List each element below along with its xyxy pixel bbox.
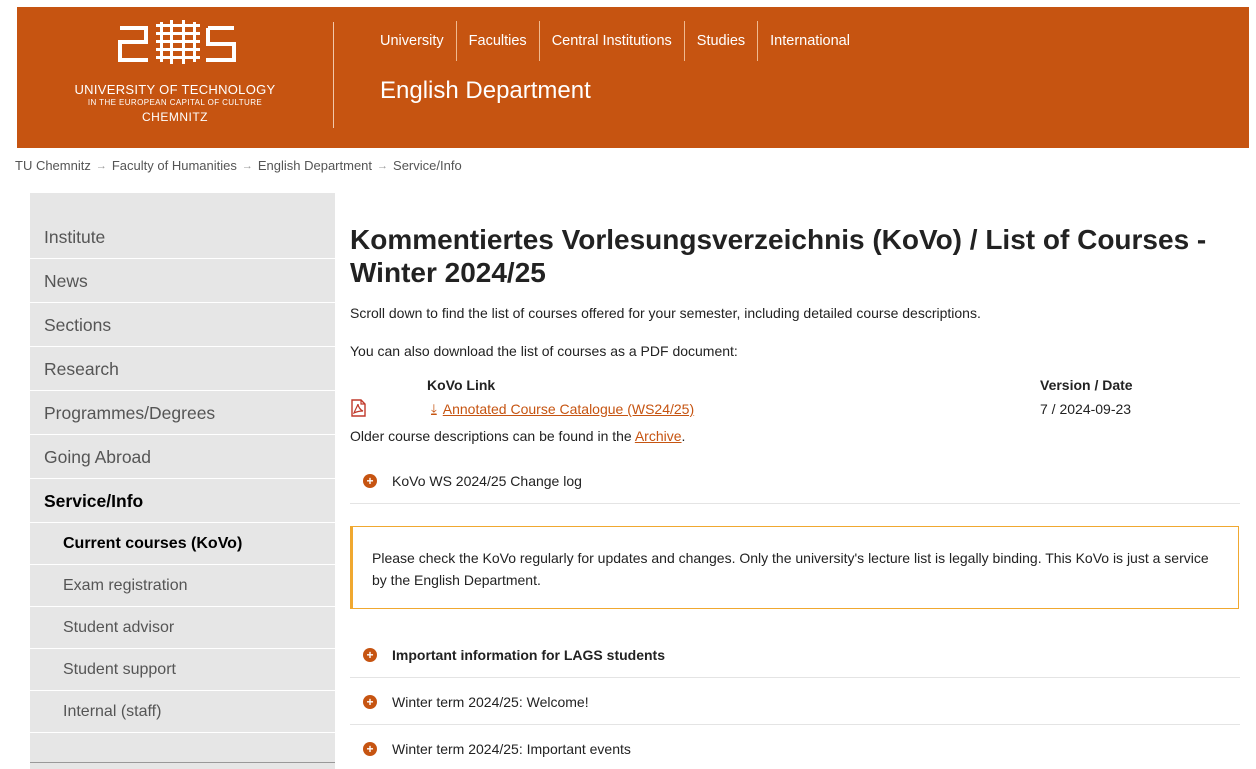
download-icon: ⤓ <box>431 401 437 416</box>
logo-text-line2: IN THE EUROPEAN CAPITAL OF CULTURE <box>87 98 263 107</box>
breadcrumb-department[interactable]: English Department <box>258 158 372 173</box>
sidebar-item-research[interactable]: Research <box>30 347 335 391</box>
site-header: UNIVERSITY OF TECHNOLOGY IN THE EUROPEAN… <box>17 7 1249 148</box>
header-divider <box>333 22 334 128</box>
topnav-central-institutions[interactable]: Central Institutions <box>538 21 684 61</box>
accordion-changelog[interactable]: + KoVo WS 2024/25 Change log <box>350 458 1240 504</box>
sidebar-subitem-student-support[interactable]: Student support <box>30 649 335 691</box>
sidebar-item-service-info[interactable]: Service/Info <box>30 479 335 523</box>
sidebar-item-sections[interactable]: Sections <box>30 303 335 347</box>
sidebar-item-news[interactable]: News <box>30 259 335 303</box>
catalogue-link-text: Annotated Course Catalogue (WS24/25) <box>442 401 695 417</box>
accordion-welcome[interactable]: + Winter term 2024/25: Welcome! <box>350 679 1240 725</box>
column-header-version-date: Version / Date <box>1040 377 1133 393</box>
department-title[interactable]: English Department <box>380 77 591 105</box>
sidebar-subitem-exam-registration[interactable]: Exam registration <box>30 565 335 607</box>
university-logo[interactable]: UNIVERSITY OF TECHNOLOGY IN THE EUROPEAN… <box>17 7 333 148</box>
sidebar-nav: Institute News Sections Research Program… <box>30 193 335 769</box>
archive-link[interactable]: Archive <box>635 428 682 444</box>
arrow-right-icon: → <box>241 159 253 172</box>
sidebar-item-going-abroad[interactable]: Going Abroad <box>30 435 335 479</box>
breadcrumb-service-info[interactable]: Service/Info <box>393 158 462 173</box>
accordion-lags-info[interactable]: + Important information for LAGS student… <box>350 632 1240 678</box>
sidebar-item-programmes[interactable]: Programmes/Degrees <box>30 391 335 435</box>
arrow-right-icon: → <box>95 159 107 172</box>
accordion-label: Winter term 2024/25: Important events <box>392 741 631 757</box>
notice-box: Please check the KoVo regularly for upda… <box>350 526 1239 609</box>
pdf-file-icon[interactable] <box>350 399 366 417</box>
breadcrumb-tu-chemnitz[interactable]: TU Chemnitz <box>15 158 91 173</box>
older-descriptions-prefix: Older course descriptions can be found i… <box>350 428 635 444</box>
annotated-course-catalogue-link[interactable]: ⤓ Annotated Course Catalogue (WS24/25) <box>431 401 694 417</box>
page-title: Kommentiertes Vorlesungsverzeichnis (KoV… <box>350 224 1207 288</box>
sidebar-subitem-current-courses[interactable]: Current courses (KoVo) <box>30 523 335 565</box>
breadcrumb: TU Chemnitz → Faculty of Humanities → En… <box>15 158 462 173</box>
topnav-faculties[interactable]: Faculties <box>455 21 539 61</box>
breadcrumb-faculty[interactable]: Faculty of Humanities <box>112 158 237 173</box>
older-descriptions-suffix: . <box>681 428 686 444</box>
logo-text-line1: UNIVERSITY OF TECHNOLOGY <box>74 82 276 97</box>
top-navigation: University Faculties Central Institution… <box>370 21 862 61</box>
arrow-right-icon: → <box>377 159 389 172</box>
sidebar-subitem-student-advisor[interactable]: Student advisor <box>30 607 335 649</box>
topnav-studies[interactable]: Studies <box>683 21 757 61</box>
accordion-label: Winter term 2024/25: Welcome! <box>392 693 589 710</box>
download-hint-text: You can also download the list of course… <box>350 343 738 359</box>
sidebar-item-institute[interactable]: Institute <box>30 215 335 259</box>
version-date-value: 7 / 2024-09-23 <box>1040 401 1132 417</box>
plus-circle-icon: + <box>363 694 377 709</box>
topnav-international[interactable]: International <box>757 21 862 61</box>
accordion-label: KoVo WS 2024/25 Change log <box>392 472 582 489</box>
older-descriptions-text: Older course descriptions can be found i… <box>350 428 685 444</box>
accordion-label: Important information for LAGS students <box>392 646 665 663</box>
intro-text: Scroll down to find the list of courses … <box>350 305 981 321</box>
plus-circle-icon: + <box>363 473 377 488</box>
column-header-kovo-link: KoVo Link <box>427 377 496 393</box>
plus-circle-icon: + <box>363 647 377 662</box>
plus-circle-icon: + <box>363 742 377 756</box>
accordion-important-events[interactable]: + Winter term 2024/25: Important events <box>350 726 1240 769</box>
logo-mark-icon <box>118 20 236 64</box>
sidebar-divider <box>30 762 335 763</box>
topnav-university[interactable]: University <box>370 21 456 61</box>
logo-text-line3: CHEMNITZ <box>142 110 208 124</box>
sidebar-subitem-internal-staff[interactable]: Internal (staff) <box>30 691 335 733</box>
kovo-table: KoVo Link Version / Date ⤓ Annotated Cou… <box>350 375 1240 425</box>
